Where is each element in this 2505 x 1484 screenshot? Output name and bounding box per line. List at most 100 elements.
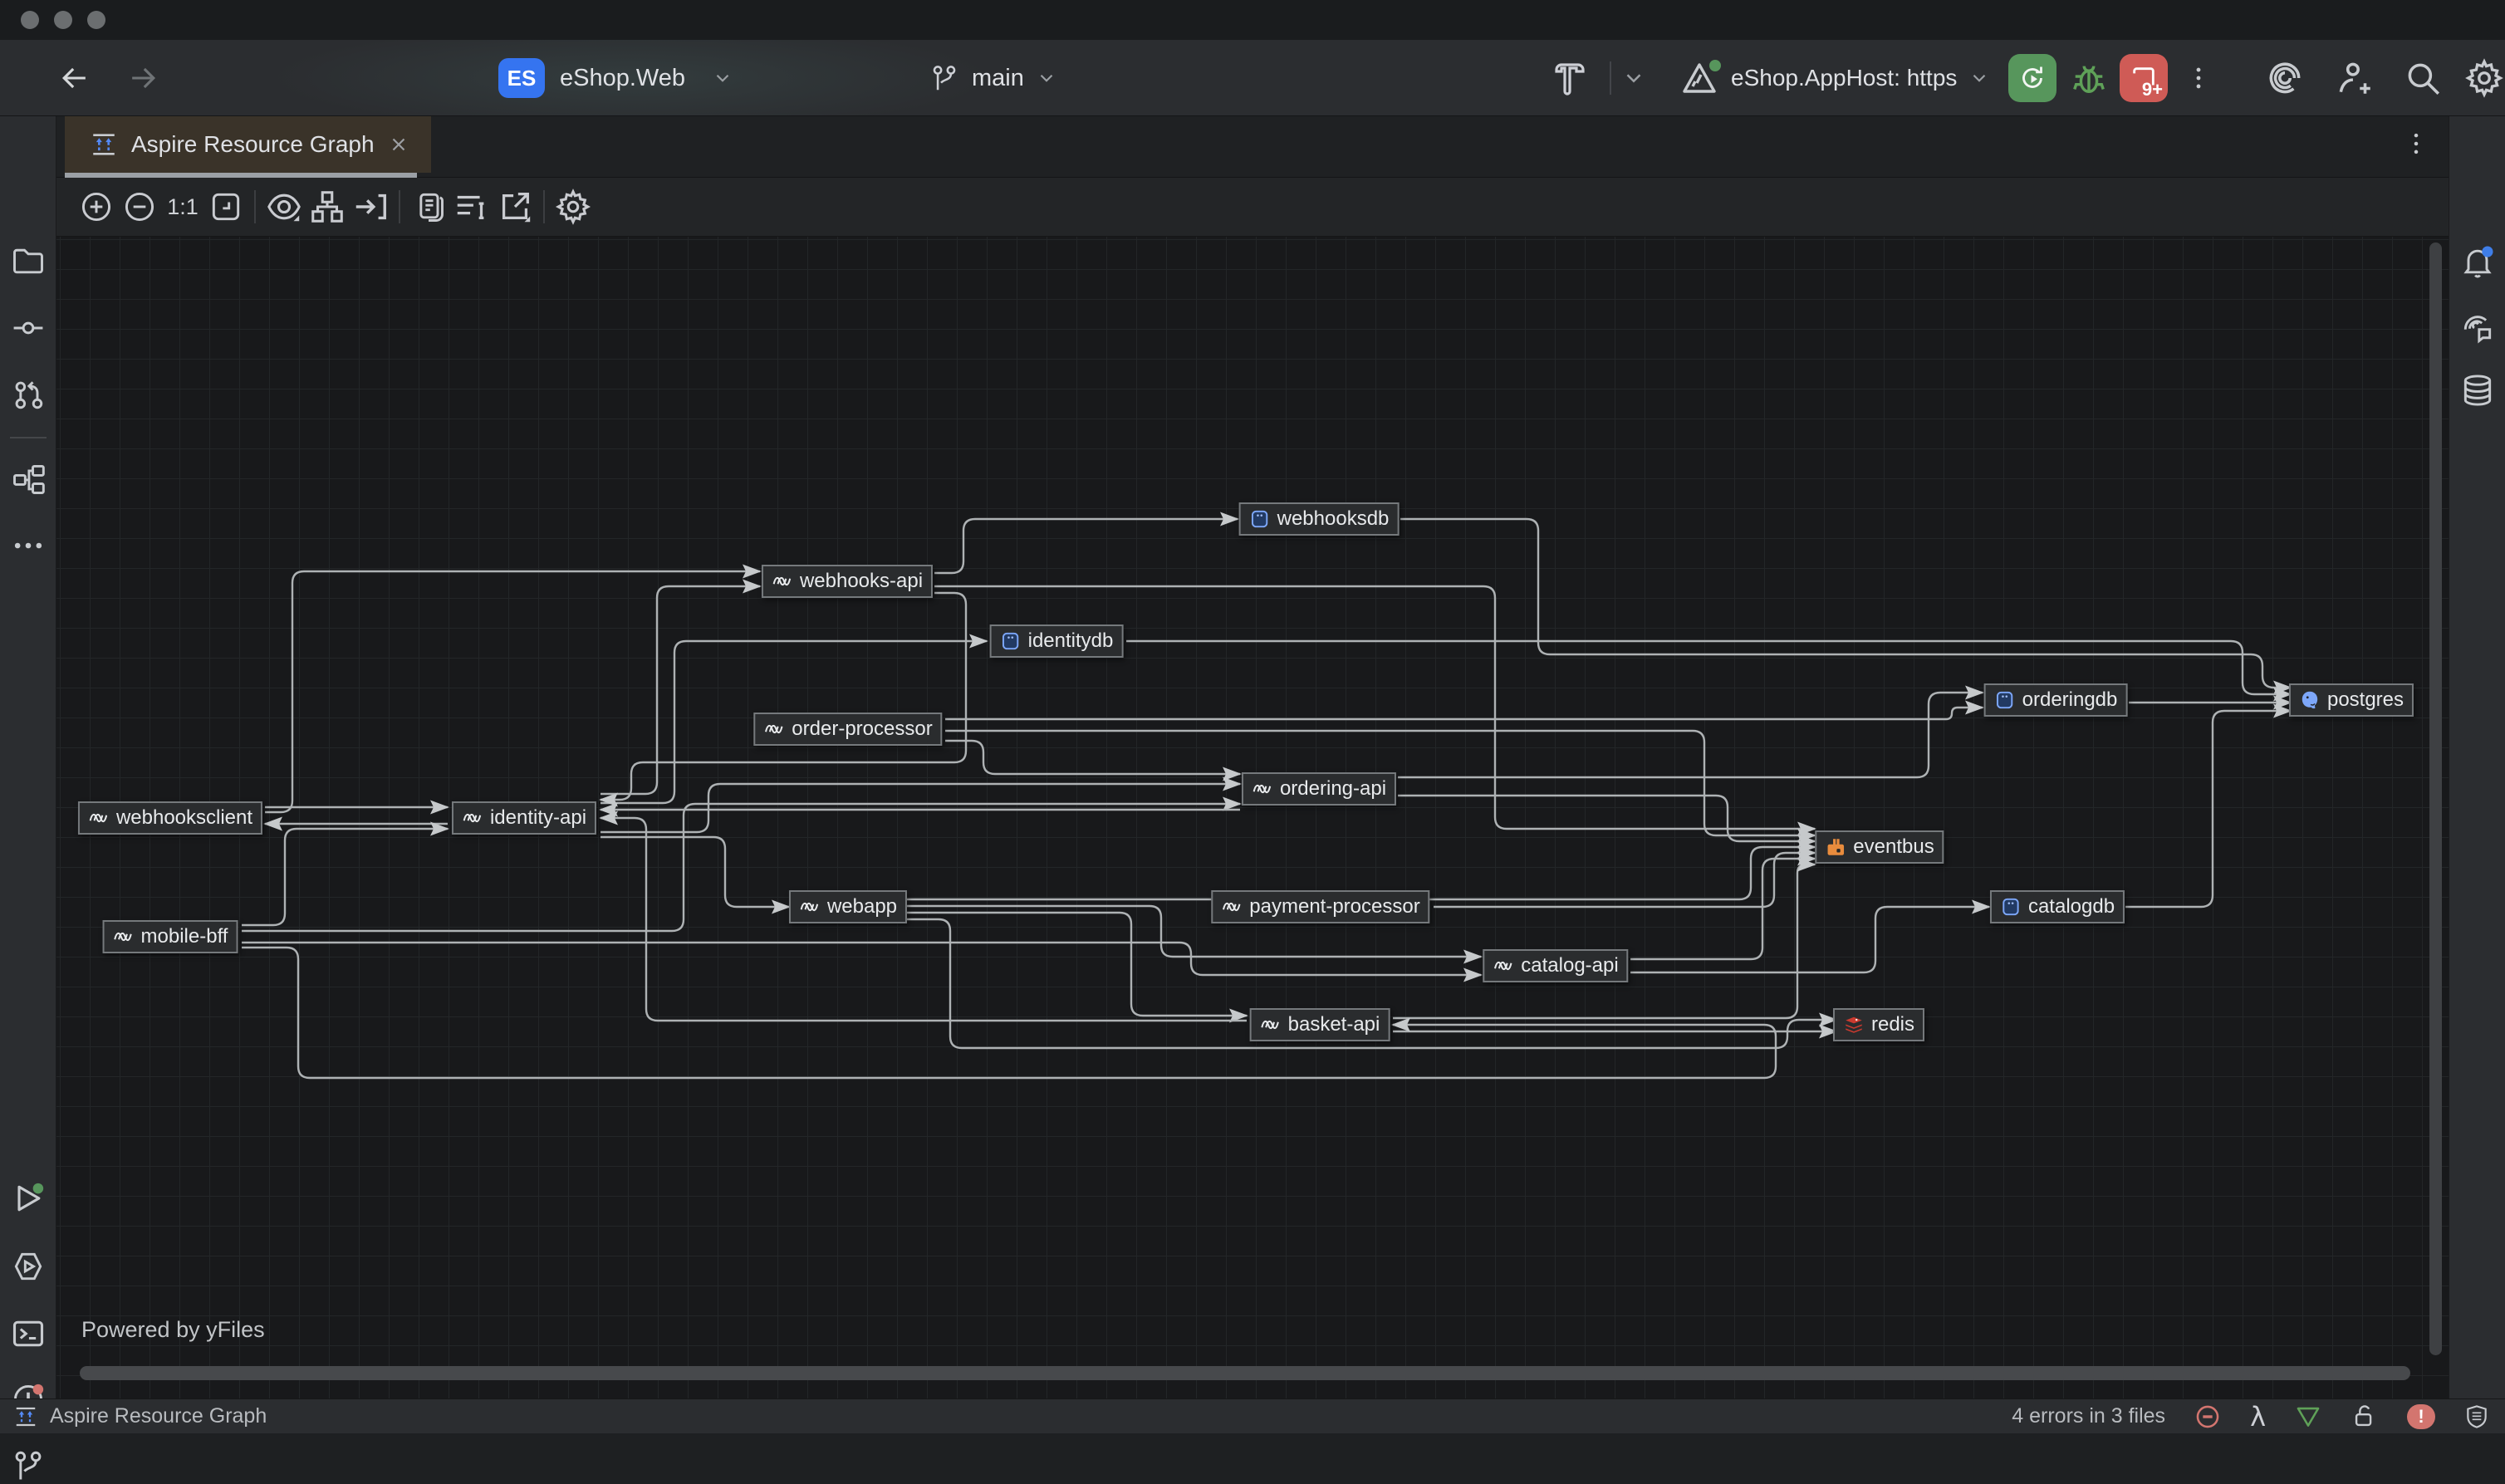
edge-mobile-bff-to-identity-api[interactable]: [242, 829, 448, 925]
lock-open-icon[interactable]: [2351, 1403, 2379, 1431]
edge-identity-api-to-ordering-api[interactable]: [601, 784, 1240, 832]
node-label: order-processor: [792, 718, 932, 741]
preview-button[interactable]: [262, 185, 306, 228]
graph-node-mobile-bff[interactable]: mobile-bff: [103, 920, 238, 953]
branch-selector[interactable]: main: [929, 40, 1057, 116]
edge-mobile-bff-to-catalog-api[interactable]: [242, 943, 1481, 975]
traffic-light-close-icon[interactable]: [21, 11, 39, 29]
forward-button[interactable]: [125, 40, 161, 116]
edge-webhooks-api-to-webhooksdb[interactable]: [934, 519, 1238, 573]
graph-node-basket-api[interactable]: basket-api: [1250, 1008, 1390, 1041]
traffic-light-minimize-icon[interactable]: [54, 11, 72, 29]
highlight-level-icon[interactable]: [2194, 1403, 2222, 1431]
error-badge-icon[interactable]: !: [2407, 1404, 2435, 1429]
copy-diagram-button[interactable]: [407, 185, 450, 228]
rerun-button[interactable]: [2008, 40, 2056, 116]
zoom-out-button[interactable]: [118, 185, 161, 228]
edge-webhooksclient-to-webhooks-api[interactable]: [265, 571, 760, 812]
graph-node-redis[interactable]: redis: [1833, 1008, 1924, 1041]
sidebar-item-endpoints[interactable]: [2459, 308, 2496, 345]
graph-node-eventbus[interactable]: eventbus: [1815, 830, 1944, 864]
graph-node-orderingdb[interactable]: orderingdb: [1984, 683, 2128, 717]
graph-node-ordering-api[interactable]: ordering-api: [1242, 772, 1396, 806]
rabbitmq-icon: [1825, 836, 1846, 858]
horizontal-scrollbar[interactable]: [80, 1366, 2410, 1380]
inspections-icon[interactable]: [2294, 1403, 2322, 1431]
sidebar-item-structure[interactable]: [10, 461, 47, 497]
ai-assistant-button[interactable]: [2264, 40, 2306, 116]
node-label: postgres: [2327, 688, 2404, 712]
toolbar-separator: [254, 190, 256, 223]
settings-button[interactable]: [2463, 40, 2505, 116]
graph-node-webhooksclient[interactable]: webhooksclient: [78, 801, 262, 835]
edge-identity-api-to-webapp[interactable]: [601, 837, 789, 907]
project-name: eShop.Web: [560, 65, 685, 92]
project-selector[interactable]: ES eShop.Web: [498, 40, 733, 116]
graph-canvas[interactable]: webhooksdb webhooks-api identitydb order-pr…: [56, 237, 2449, 1398]
graph-node-catalog-api[interactable]: catalog-api: [1483, 949, 1628, 982]
close-icon[interactable]: [388, 134, 409, 155]
stop-button[interactable]: 9+: [2120, 40, 2168, 116]
ai-assistant-icon: [2264, 57, 2306, 99]
debug-button[interactable]: [2070, 40, 2108, 116]
export-button[interactable]: [493, 185, 537, 228]
graph-settings-button[interactable]: [551, 185, 595, 228]
node-label: webhooksclient: [116, 806, 252, 830]
edge-webhooksdb-to-postgres[interactable]: [1400, 519, 2291, 688]
sidebar-item-notifications[interactable]: [2459, 243, 2496, 280]
sidebar-item-project-folder[interactable]: [10, 243, 47, 280]
tab-aspire-resource-graph[interactable]: Aspire Resource Graph: [65, 116, 431, 173]
project-icon: [1221, 896, 1243, 918]
edge-catalog-api-to-catalogdb[interactable]: [1630, 907, 1989, 972]
edge-catalogdb-to-postgres[interactable]: [2125, 711, 2291, 907]
sidebar-item-commit[interactable]: [10, 310, 47, 346]
layout-button[interactable]: [306, 185, 349, 228]
graph-node-identity-api[interactable]: identity-api: [452, 801, 596, 835]
graph-node-webapp[interactable]: webapp: [789, 890, 907, 923]
zoom-in-button[interactable]: [75, 185, 118, 228]
jump-to-source-button[interactable]: [349, 185, 392, 228]
editor-tab-bar: Aspire Resource Graph: [56, 116, 2449, 178]
graph-node-postgres[interactable]: postgres: [2289, 683, 2414, 717]
edge-ordering-api-to-orderingdb[interactable]: [1398, 693, 1983, 777]
edge-order-processor-to-orderingdb[interactable]: [945, 708, 1983, 719]
vertical-scrollbar[interactable]: [2429, 242, 2442, 1355]
build-button[interactable]: [1552, 40, 1591, 116]
edge-webhooks-api-to-identity-api[interactable]: [601, 593, 966, 800]
build-options-button[interactable]: [1621, 40, 1646, 116]
graph-node-order-processor[interactable]: order-processor: [753, 713, 942, 746]
tab-options-button[interactable]: [2402, 130, 2430, 162]
sidebar-item-more[interactable]: [10, 527, 47, 564]
graph-node-webhooks-api[interactable]: webhooks-api: [762, 565, 933, 598]
error-summary[interactable]: 4 errors in 3 files: [2012, 1404, 2165, 1428]
graph-node-webhooksdb[interactable]: webhooksdb: [1239, 502, 1400, 536]
sidebar-item-services[interactable]: [10, 1248, 47, 1285]
sidebar-item-database[interactable]: [2459, 372, 2496, 409]
sidebar-item-pull-requests[interactable]: [10, 376, 47, 413]
more-run-actions-button[interactable]: [2184, 40, 2213, 116]
sidebar-item-git-branch[interactable]: [10, 1447, 47, 1484]
search-everywhere-button[interactable]: [2402, 40, 2444, 116]
edge-catalog-api-to-eventbus[interactable]: [1630, 859, 1815, 959]
edge-ordering-api-to-eventbus[interactable]: [1398, 796, 1815, 841]
lambda-indicator-icon[interactable]: λ: [2250, 1401, 2266, 1433]
run-config-selector[interactable]: eShop.AppHost: https: [1679, 40, 1990, 116]
graph-node-payment-processor[interactable]: payment-processor: [1211, 890, 1429, 923]
graph-node-catalogdb[interactable]: catalogdb: [1990, 890, 2125, 923]
graph-node-identitydb[interactable]: identitydb: [990, 624, 1124, 658]
main-toolbar: ES eShop.Web main eShop.AppHost: https: [0, 40, 2505, 116]
traffic-light-zoom-icon[interactable]: [87, 11, 105, 29]
edge-order-processor-to-ordering-api[interactable]: [945, 741, 1240, 774]
sidebar-item-terminal[interactable]: [10, 1315, 47, 1352]
fit-content-button[interactable]: [204, 185, 248, 228]
select-elements-button[interactable]: [450, 185, 493, 228]
node-label: redis: [1871, 1013, 1914, 1036]
status-widget-aspire[interactable]: Aspire Resource Graph: [13, 1404, 267, 1429]
code-with-me-button[interactable]: [2334, 40, 2375, 116]
back-button[interactable]: [56, 40, 93, 116]
actual-size-button[interactable]: 1:1: [161, 185, 204, 228]
edge-webapp-to-basket-api[interactable]: [907, 913, 1247, 1016]
shield-icon[interactable]: [2463, 1403, 2490, 1430]
tab-label: Aspire Resource Graph: [131, 131, 375, 158]
sidebar-item-run[interactable]: [10, 1180, 47, 1217]
